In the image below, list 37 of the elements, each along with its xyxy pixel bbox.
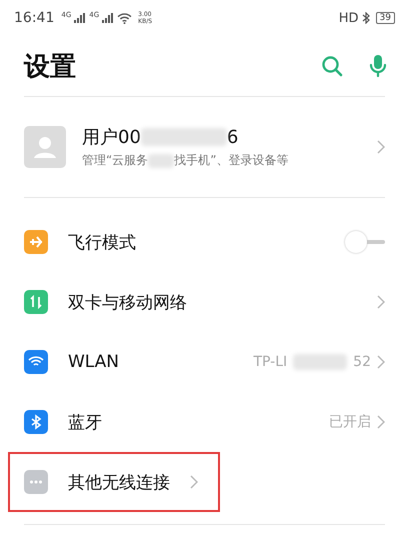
chevron-icon [377,415,385,429]
account-row[interactable]: 用户00 6 管理“云服务 找手机”、登录设备等 [0,97,409,197]
setting-value: TP-LI [254,354,288,370]
bluetooth-icon [362,12,370,24]
battery-level: 39 [376,12,395,24]
settings-row[interactable]: 飞行模式 [8,212,401,272]
signal-icon [102,13,114,23]
settings-row[interactable]: 蓝牙 已开启 [8,392,401,452]
settings-row[interactable]: WLAN TP-LI 52 [8,332,401,392]
search-icon[interactable] [321,55,343,77]
account-subtitle: 管理“云服务 [82,152,148,169]
avatar-icon [24,126,66,168]
wifi-icon [117,12,132,24]
toggle-switch[interactable] [345,231,385,253]
redaction-blur [293,354,348,370]
settings-row[interactable]: 双卡与移动网络 [8,272,401,332]
chevron-icon [377,140,385,154]
chevron-icon [377,355,385,369]
user-name: 6 [226,126,238,148]
setting-label: 飞行模式 [68,232,136,254]
chevron-icon [377,295,385,309]
chevron-icon [190,475,198,489]
signal-icon [74,13,86,23]
page-title: 设置 [24,50,76,84]
microphone-icon[interactable] [369,54,387,78]
setting-label: 双卡与移动网络 [68,292,187,314]
settings-row[interactable]: 其他无线连接 [8,452,220,512]
clock: 16:41 [14,10,54,26]
user-name: 用户00 [82,126,141,149]
setting-value: 52 [353,354,371,370]
redaction-blur [148,154,174,168]
setting-label: WLAN [68,352,120,372]
setting-value: 已开启 [329,413,371,431]
setting-label: 蓝牙 [68,412,102,434]
hd-label: HD [338,10,359,26]
setting-label: 其他无线连接 [68,472,170,494]
account-subtitle: 找手机”、登录设备等 [174,152,288,169]
